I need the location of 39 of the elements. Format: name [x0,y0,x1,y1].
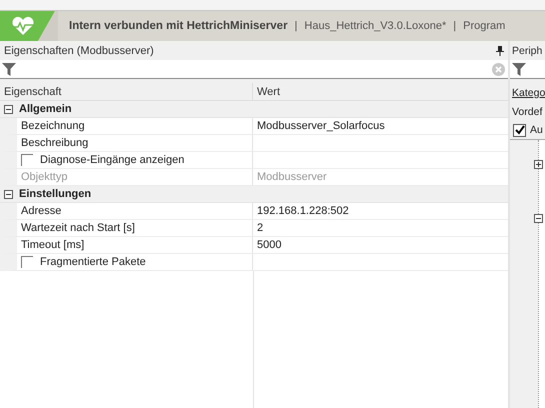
filter-icon [2,62,16,76]
expand-icon[interactable] [534,160,543,169]
property-value[interactable]: 2 [257,222,264,234]
checkbox-label: Au [530,124,543,136]
checkbox[interactable] [21,256,33,268]
checkbox[interactable] [21,154,33,166]
group-label: Allgemein [19,103,72,115]
property-name: Fragmentierte Pakete [40,256,146,268]
group-label: Einstellungen [19,188,92,200]
collapse-icon[interactable] [4,104,13,114]
filter-field[interactable] [510,60,545,79]
property-name: Objekttyp [21,171,68,183]
separator: | [294,20,298,32]
program-label: Program [463,20,506,32]
property-name: Diagnose-Eingänge anzeigen [40,154,184,166]
pin-icon[interactable] [496,46,504,56]
connection-status: Intern verbunden mit HettrichMiniserver [69,20,288,32]
collapse-icon[interactable] [4,190,13,198]
property-name: Timeout [ms] [21,239,84,251]
column-header[interactable]: Eigenschaft [0,83,253,101]
checkbox[interactable] [513,124,526,136]
collapse-icon[interactable] [534,214,543,223]
column-header[interactable]: Wert [253,83,508,101]
filter-field[interactable] [0,60,508,79]
filter-icon [512,62,526,76]
panel-title: Eigenschaften (Modbusserver) [4,44,154,56]
property-name: Beschreibung [21,137,88,149]
property-value: Modbusserver [257,171,327,183]
property-name: Adresse [21,205,62,217]
property-name: Bezeichnung [21,120,85,132]
preset-label: Vordef [511,104,544,120]
property-name: Wartezeit nach Start [s] [21,222,135,234]
property-value[interactable]: Modbusserver_Solarfocus [257,120,385,132]
category-label: Katego [511,86,545,100]
property-value[interactable]: 5000 [257,239,282,251]
panel-title: Periph [512,44,542,56]
property-value[interactable]: 192.168.1.228:502 [257,205,349,217]
separator: | [453,20,456,32]
project-name: Haus_Hettrich_V3.0.Loxone* [304,20,446,32]
